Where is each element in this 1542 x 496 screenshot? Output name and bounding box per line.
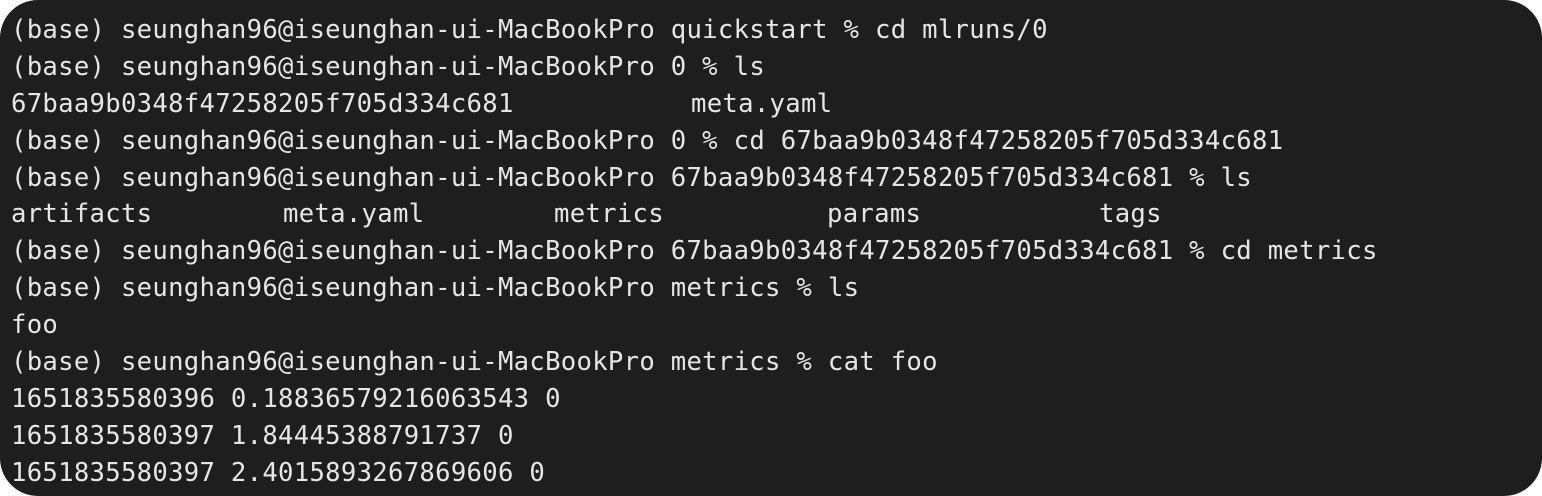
prompt: (base) seunghan96@iseunghan-ui-MacBookPr… [11,162,1221,193]
terminal-line-1: (base) seunghan96@iseunghan-ui-MacBookPr… [11,12,1542,49]
command: cat foo [827,347,938,378]
prompt: (base) seunghan96@iseunghan-ui-MacBookPr… [11,125,734,156]
output-text: 1651835580396 0.18836579216063543 0 [11,383,561,414]
terminal-window[interactable]: (base) seunghan96@iseunghan-ui-MacBookPr… [0,0,1542,496]
terminal-line-12: 1651835580397 1.84445388791737 0 [11,418,1542,455]
prompt: (base) seunghan96@iseunghan-ui-MacBookPr… [11,51,734,82]
terminal-line-4: (base) seunghan96@iseunghan-ui-MacBookPr… [11,123,1542,160]
terminal-line-13: 1651835580397 2.4015893267869606 0 [11,455,1542,492]
command: cd 67baa9b0348f47258205f705d334c681 [733,125,1284,156]
output-text: 1651835580397 2.4015893267869606 0 [11,457,546,488]
terminal-line-10: (base) seunghan96@iseunghan-ui-MacBookPr… [11,344,1542,381]
ls-entry: tags [1099,199,1162,230]
terminal-line-5: (base) seunghan96@iseunghan-ui-MacBookPr… [11,160,1542,197]
prompt: (base) seunghan96@iseunghan-ui-MacBookPr… [11,347,828,378]
ls-entry: params [827,199,922,230]
ls-entry: meta.yaml [691,88,833,119]
terminal-line-6: artifacts meta.yaml metrics params tags [11,196,1542,233]
command: ls [1220,162,1252,193]
prompt: (base) seunghan96@iseunghan-ui-MacBookPr… [11,273,828,304]
output-text: 1651835580397 1.84445388791737 0 [11,420,514,451]
ls-entry: 67baa9b0348f47258205f705d334c681 [11,88,514,119]
prompt: (base) seunghan96@iseunghan-ui-MacBookPr… [11,236,1221,267]
ls-entry: metrics [554,199,664,230]
command: ls [733,51,766,82]
terminal-line-9: foo [11,307,1542,344]
output-text: foo [11,310,59,341]
terminal-line-11: 1651835580396 0.18836579216063543 0 [11,381,1542,418]
terminal-line-3: 67baa9b0348f47258205f705d334c681 meta.ya… [11,86,1542,123]
command: cd metrics [1220,236,1378,267]
command: cd mlruns/0 [874,15,1048,45]
command: ls [827,273,860,304]
prompt: (base) seunghan96@iseunghan-ui-MacBookPr… [11,15,875,45]
terminal-line-8: (base) seunghan96@iseunghan-ui-MacBookPr… [11,270,1542,307]
ls-entry: meta.yaml [283,199,425,230]
ls-entry: artifacts [11,199,153,230]
terminal-line-7: (base) seunghan96@iseunghan-ui-MacBookPr… [11,233,1542,270]
terminal-line-2: (base) seunghan96@iseunghan-ui-MacBookPr… [11,49,1542,86]
